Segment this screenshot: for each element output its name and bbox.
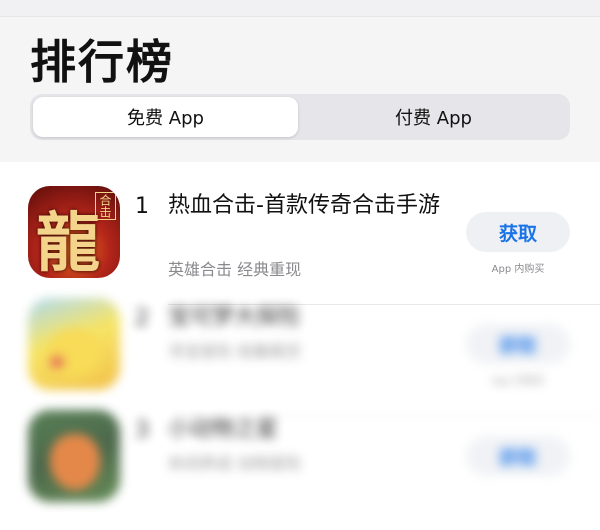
icon-glyph: 龍 — [36, 206, 100, 278]
app-rank: 2 — [135, 306, 149, 331]
app-subtitle: 休闲养成 动物冒险 — [168, 454, 302, 473]
app-rank: 3 — [135, 418, 149, 443]
app-row-1[interactable]: 龍 合击 1 热血合击-首款传奇合击手游 英雄合击 经典重现 获取 App 内购… — [0, 186, 600, 306]
in-app-purchase-note: App 内购买 — [491, 264, 545, 275]
app-name[interactable]: 小动物之星 — [168, 415, 448, 445]
app-name[interactable]: 热血合击-首款传奇合击手游 — [168, 191, 448, 221]
in-app-purchase-note: App 内购买 — [491, 376, 545, 387]
tab-paid-apps[interactable]: 付费 App — [300, 97, 567, 137]
fox-head-shape — [50, 434, 100, 490]
fox-game-icon[interactable] — [28, 410, 120, 502]
app-name[interactable]: 宝可梦大探险 — [168, 303, 448, 333]
header-area: 排行榜 免费 App 付费 App — [0, 0, 600, 162]
app-subtitle: 英雄合击 经典重现 — [168, 260, 302, 279]
page-title: 排行榜 — [30, 35, 174, 89]
icon-badge: 合击 — [95, 192, 116, 220]
get-button[interactable]: 获取 — [466, 324, 570, 364]
get-button[interactable]: 获取 — [466, 436, 570, 476]
app-row-2[interactable]: 2 宝可梦大探险 寻宝冒险 收集精灵 获取 App 内购买 — [0, 298, 600, 418]
app-subtitle: 寻宝冒险 收集精灵 — [168, 342, 302, 361]
status-bar — [0, 0, 600, 17]
pikachu-face-shape — [46, 328, 102, 378]
app-rank: 1 — [135, 194, 149, 219]
dragon-game-icon[interactable]: 龍 合击 — [28, 186, 120, 278]
segmented-control: 免费 App 付费 App — [30, 94, 570, 140]
pikachu-game-icon[interactable] — [28, 298, 120, 390]
get-button[interactable]: 获取 — [466, 212, 570, 252]
pikachu-cheek-shape — [50, 356, 64, 368]
tab-free-apps[interactable]: 免费 App — [33, 97, 298, 137]
app-row-3[interactable]: 3 小动物之星 休闲养成 动物冒险 获取 — [0, 410, 600, 530]
